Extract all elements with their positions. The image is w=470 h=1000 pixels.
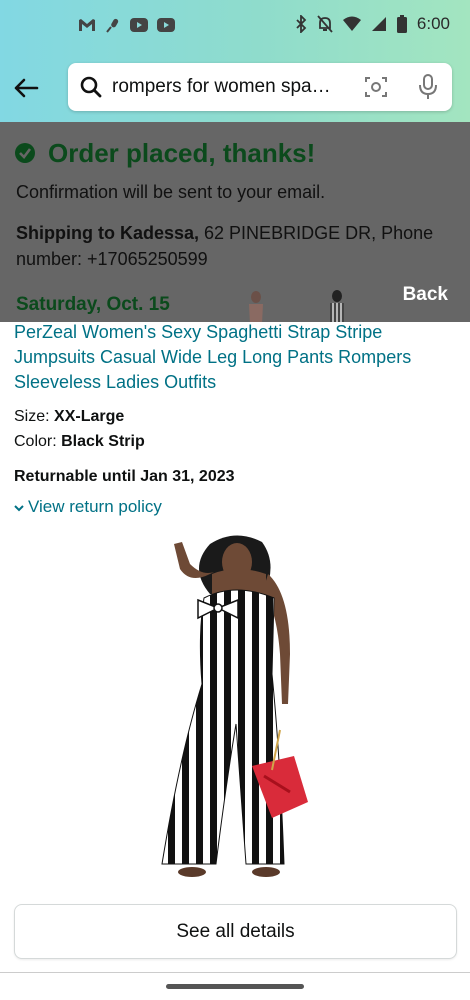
divider	[0, 972, 470, 973]
order-confirmation-overlay: Order placed, thanks! Confirmation will …	[0, 122, 470, 322]
back-button[interactable]: Back	[403, 284, 448, 306]
see-all-details-button[interactable]: See all details	[14, 904, 457, 959]
youtube-icon	[157, 18, 175, 32]
shipping-info: Shipping to Kadessa, 62 PINEBRIDGE DR, P…	[16, 220, 456, 272]
search-icon	[80, 76, 102, 103]
delivery-date: Saturday, Oct. 15	[16, 294, 170, 315]
clock: 6:00	[416, 14, 450, 33]
wifi-icon	[342, 16, 361, 32]
returnable-until: Returnable until Jan 31, 2023	[14, 468, 235, 485]
bell-off-icon	[317, 15, 333, 33]
gmail-icon	[78, 18, 96, 32]
product-thumbnail	[324, 290, 350, 322]
home-indicator[interactable]	[166, 984, 304, 989]
youtube-icon	[130, 18, 148, 32]
color-value: Black Strip	[61, 433, 145, 450]
size-label: Size:	[14, 408, 55, 425]
search-input[interactable]: rompers for women spa…	[112, 76, 352, 98]
mic-off-icon	[105, 17, 121, 33]
mic-icon[interactable]	[418, 74, 438, 105]
color-label: Color:	[14, 433, 62, 450]
view-return-policy-link[interactable]: View return policy	[14, 497, 162, 517]
product-size: Size: XX-Large	[14, 408, 124, 426]
product-thumbnail	[242, 290, 270, 322]
size-value: XX-Large	[54, 408, 125, 425]
product-color: Color: Black Strip	[14, 433, 145, 451]
search-bar[interactable]: rompers for women spa…	[68, 63, 452, 111]
confirmation-text: Confirmation will be sent to your email.	[16, 182, 326, 202]
status-bar: 6:00	[0, 0, 470, 52]
signal-icon	[371, 16, 387, 32]
product-title-link[interactable]: PerZeal Women's Sexy Spaghetti Strap Str…	[14, 320, 459, 395]
battery-icon	[396, 15, 407, 33]
chevron-down-icon	[14, 497, 24, 517]
camera-search-icon[interactable]	[364, 75, 388, 104]
view-return-policy-label: View return policy	[28, 497, 162, 516]
bluetooth-icon	[295, 15, 307, 33]
product-image[interactable]	[140, 534, 330, 880]
check-circle-icon	[14, 142, 36, 169]
order-placed-title: Order placed, thanks!	[48, 138, 316, 168]
back-arrow-icon[interactable]	[12, 74, 40, 102]
shipping-label: Shipping to Kadessa,	[16, 223, 200, 243]
